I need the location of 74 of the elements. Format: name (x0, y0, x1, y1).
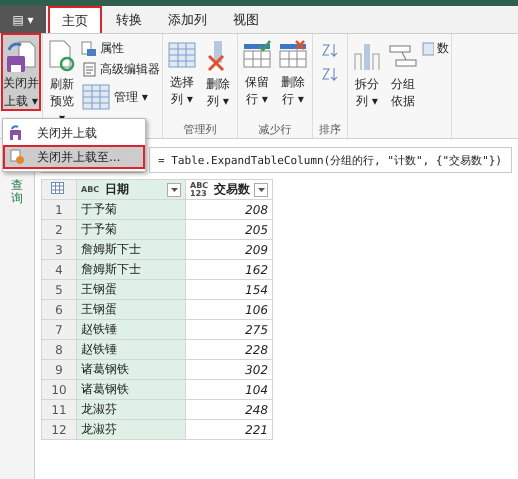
row-number: 12 (42, 420, 76, 440)
filter-dropdown[interactable] (254, 182, 268, 196)
properties-icon (81, 40, 97, 56)
table-cell: 104 (186, 380, 272, 400)
column-header: 日期 (105, 181, 130, 198)
type-label[interactable]: ABC (81, 186, 101, 194)
table-cell: 赵铁锤 (76, 340, 186, 360)
row-number: 4 (42, 260, 76, 280)
menu-item[interactable]: 关闭并上载 (3, 121, 145, 145)
type-label[interactable]: ABC 123 (190, 182, 210, 198)
table-cell: 诸葛钢铁 (76, 360, 186, 380)
refresh-icon (47, 40, 77, 72)
file-menu-button[interactable]: ▤ ▾ (0, 6, 46, 33)
ribbon-button[interactable]: 选择列 ▾ (165, 36, 199, 122)
table-cell: 王钢蛋 (76, 300, 186, 320)
menu-item[interactable]: 关闭并上载至... (3, 145, 145, 169)
row-number: 10 (42, 380, 76, 400)
row-number: 5 (42, 280, 76, 300)
row-number: 3 (42, 240, 76, 260)
row-number: 6 (42, 300, 76, 320)
ribbon-button[interactable]: 拆分列 ▾ (350, 36, 384, 122)
table-menu-button[interactable] (42, 180, 76, 200)
ribbon-button[interactable]: 删除行 ▾ (276, 36, 310, 122)
ribbon-tab[interactable]: 主页 (48, 6, 102, 33)
caret-icon (170, 188, 178, 192)
table-cell: 302 (186, 360, 272, 380)
table-cell: 龙淑芬 (76, 420, 186, 440)
table-cell: 209 (186, 240, 272, 260)
table-cell: 275 (186, 320, 272, 340)
ribbon-button[interactable]: 管理 ▾ (81, 82, 160, 112)
group-label: 减少行 (258, 123, 292, 136)
formula-field[interactable]: = Table.ExpandTableColumn(分组的行, "计数", {"交易数"}) (149, 147, 512, 173)
ribbon-button[interactable]: 保留行 ▾ (240, 36, 274, 122)
table-cell: 154 (186, 280, 272, 300)
save-icon (5, 40, 37, 74)
row-number: 1 (42, 200, 76, 220)
filter-dropdown[interactable] (167, 182, 181, 196)
table-cell: 248 (186, 400, 272, 420)
queries-pane-label[interactable]: 查询 (11, 179, 23, 206)
table-cell: 228 (186, 340, 272, 360)
table-cell: 詹姆斯下士 (76, 260, 186, 280)
ribbon-button[interactable]: 高级编辑器 (81, 61, 160, 78)
row-number: 8 (42, 340, 76, 360)
column-header: 交易数 (214, 181, 250, 198)
ribbon-button[interactable]: 属性 (81, 40, 160, 57)
caret-icon (258, 188, 264, 192)
table-cell: 于予菊 (76, 220, 186, 240)
group-label: 管理列 (184, 123, 216, 136)
table-cell: 詹姆斯下士 (76, 240, 186, 260)
table-cell: 208 (186, 200, 272, 220)
ribbon-tab[interactable]: 转换 (104, 6, 154, 33)
table-cell: 于予菊 (76, 200, 186, 220)
keep-rows-icon (242, 40, 272, 70)
row-number: 7 (42, 320, 76, 340)
table-cell: 龙淑芬 (76, 400, 186, 420)
table-cell: 205 (186, 220, 272, 240)
ribbon-tab[interactable]: 添加列 (156, 6, 219, 33)
table-cell: 王钢蛋 (76, 280, 186, 300)
delete-rows-icon (278, 40, 308, 70)
editor-icon (81, 62, 97, 78)
group-label: 排序 (319, 123, 341, 136)
row-number: 9 (42, 360, 76, 380)
ribbon-button[interactable]: 删除列 ▾ (201, 36, 235, 122)
ribbon-button[interactable]: 分组依据 (386, 36, 420, 122)
table-cell: 106 (186, 300, 272, 320)
table-cell: 221 (186, 420, 272, 440)
ribbon-tab[interactable]: 视图 (221, 6, 271, 33)
close-load-button[interactable]: 关闭并 上载 ▾ (2, 34, 40, 110)
row-number: 2 (42, 220, 76, 240)
table-cell: 诸葛钢铁 (76, 380, 186, 400)
ribbon-button[interactable]: 数 (422, 40, 449, 57)
table-cell: 162 (186, 260, 272, 280)
row-number: 11 (42, 400, 76, 420)
table-cell: 赵铁锤 (76, 320, 186, 340)
